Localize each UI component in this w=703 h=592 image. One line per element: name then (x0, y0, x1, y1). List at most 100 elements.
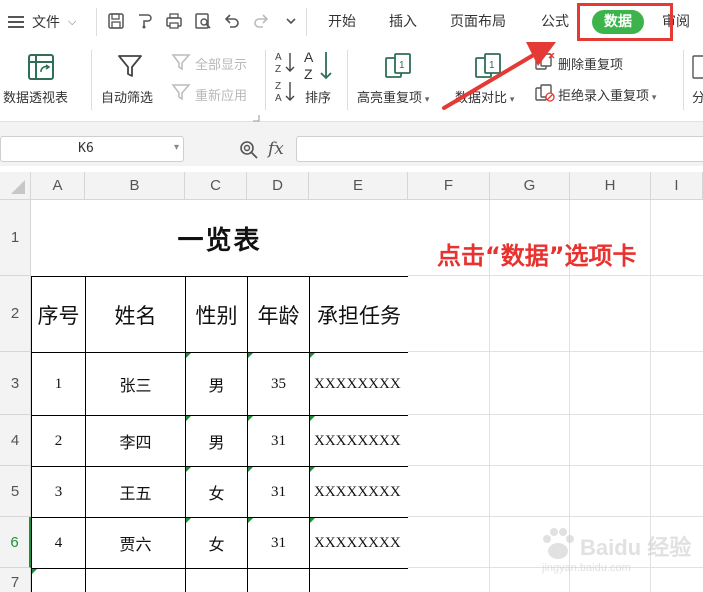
divider (96, 8, 97, 36)
name-box-value: K6 (78, 141, 94, 156)
row-header-4[interactable]: 4 (0, 415, 31, 466)
instruction-annotation: 点击“数据”选项卡 (437, 242, 637, 270)
row-header-6[interactable]: 6 (0, 517, 31, 568)
sort-ascending-icon[interactable]: AZ (274, 50, 296, 78)
tab-home[interactable]: 开始 (328, 12, 356, 32)
sort-descending-icon[interactable]: ZA (274, 79, 296, 107)
column-header-i[interactable]: I (651, 172, 703, 200)
tab-page-layout[interactable]: 页面布局 (450, 12, 506, 32)
table-cell[interactable]: 女 (185, 517, 247, 568)
row-header-5[interactable]: 5 (0, 466, 31, 517)
watermark-brand: Baidu 经验 (580, 535, 692, 560)
zoom-function-icon[interactable] (238, 139, 260, 165)
column-header-e[interactable]: E (309, 172, 408, 200)
table-cell[interactable]: 31 (247, 517, 309, 568)
select-all-corner[interactable] (0, 172, 31, 200)
undo-icon[interactable] (221, 10, 243, 32)
formula-input[interactable] (296, 136, 703, 162)
customize-toolbar-icon[interactable] (280, 10, 302, 32)
svg-text:Z: Z (275, 81, 281, 92)
split-column-button[interactable]: 分 (692, 87, 703, 106)
table-cell[interactable]: 王五 (85, 466, 185, 517)
table-cell[interactable]: 3 (31, 466, 85, 517)
highlight-duplicates-label: 高亮重复项 (357, 91, 423, 106)
pivot-table-icon (26, 52, 56, 86)
table-cell[interactable] (309, 568, 408, 592)
print-preview-icon[interactable] (192, 10, 214, 32)
fx-icon[interactable]: fx (268, 139, 284, 159)
sort-icon: AZ (303, 48, 335, 86)
column-header-d[interactable]: D (247, 172, 309, 200)
table-cell[interactable]: 1 (31, 352, 85, 415)
save-icon[interactable] (105, 10, 127, 32)
data-table: 序号 姓名 性别 年龄 承担任务 1 张三 男 35 XXXXXXXX 2 李四… (31, 276, 408, 592)
table-cell[interactable]: 李四 (85, 415, 185, 466)
highlight-duplicates-icon: 1 (384, 51, 414, 85)
row-header-3[interactable]: 3 (0, 352, 31, 415)
auto-filter-button[interactable]: 自动筛选 (101, 87, 153, 106)
row-header-1[interactable]: 1 (0, 200, 31, 276)
column-header-h[interactable]: H (570, 172, 651, 200)
table-cell[interactable] (185, 568, 247, 592)
pivot-table-button[interactable]: 数据透视表 (3, 87, 68, 106)
svg-text:1: 1 (399, 60, 405, 71)
header-cell-name[interactable]: 姓名 (85, 276, 185, 352)
svg-text:Z: Z (304, 66, 313, 82)
table-cell[interactable]: 31 (247, 466, 309, 517)
column-header-g[interactable]: G (490, 172, 570, 200)
divider (347, 50, 348, 110)
red-arrow-icon (442, 42, 556, 110)
table-cell[interactable]: XXXXXXXX (309, 466, 408, 517)
print-icon[interactable] (163, 10, 185, 32)
table-cell[interactable] (247, 568, 309, 592)
ribbon: 数据透视表 自动筛选 全部显示 重新应用 AZ ZA AZ 排序 1 高亮重复项… (0, 44, 703, 122)
header-cell-gender[interactable]: 性别 (185, 276, 247, 352)
table-cell[interactable]: XXXXXXXX (309, 517, 408, 568)
header-cell-seq[interactable]: 序号 (31, 276, 85, 352)
table-cell[interactable]: XXXXXXXX (309, 415, 408, 466)
tab-formulas[interactable]: 公式 (541, 12, 569, 32)
header-cell-age[interactable]: 年龄 (247, 276, 309, 352)
ribbon-gap (0, 122, 703, 134)
table-cell[interactable]: 女 (185, 466, 247, 517)
name-box[interactable]: K6 ▾ (0, 136, 184, 162)
sheet-title[interactable]: 一览表 (31, 200, 408, 276)
chevron-down-icon: ⌵ (68, 15, 77, 28)
table-cell[interactable]: 4 (31, 517, 85, 568)
column-header-a[interactable]: A (31, 172, 85, 200)
table-cell[interactable]: 2 (31, 415, 85, 466)
show-all-button[interactable]: 全部显示 (195, 54, 247, 73)
column-header-c[interactable]: C (185, 172, 247, 200)
tab-insert[interactable]: 插入 (389, 12, 417, 32)
divider (265, 50, 266, 110)
split-column-icon (692, 54, 703, 84)
filter-icon (116, 52, 144, 84)
row-header-7[interactable]: 7 (0, 568, 31, 592)
table-cell[interactable]: 31 (247, 415, 309, 466)
divider (683, 50, 684, 110)
reapply-button[interactable]: 重新应用 (195, 85, 247, 104)
table-cell[interactable]: XXXXXXXX (309, 352, 408, 415)
sort-button[interactable]: 排序 (305, 87, 331, 106)
table-cell[interactable]: 35 (247, 352, 309, 415)
column-header-b[interactable]: B (85, 172, 185, 200)
table-cell[interactable]: 男 (185, 415, 247, 466)
formula-bar: K6 ▾ fx (0, 134, 703, 166)
format-painter-icon[interactable] (134, 10, 156, 32)
divider (91, 50, 92, 110)
header-cell-task[interactable]: 承担任务 (309, 276, 408, 352)
highlight-duplicates-button[interactable]: 高亮重复项 ▾ (357, 87, 429, 106)
table-cell[interactable]: 男 (185, 352, 247, 415)
redo-icon[interactable] (250, 10, 272, 32)
filter-show-all-icon (171, 52, 191, 76)
column-header-f[interactable]: F (408, 172, 490, 200)
table-cell[interactable] (31, 568, 85, 592)
row-header-2[interactable]: 2 (0, 276, 31, 352)
chevron-down-icon[interactable]: ▾ (174, 142, 179, 153)
hamburger-icon (8, 16, 24, 28)
table-cell[interactable]: 张三 (85, 352, 185, 415)
file-menu[interactable]: 文件 ⌵ (8, 10, 76, 34)
watermark-url: jingyan.baidu.com (542, 562, 631, 574)
table-cell[interactable] (85, 568, 185, 592)
table-cell[interactable]: 贾六 (85, 517, 185, 568)
